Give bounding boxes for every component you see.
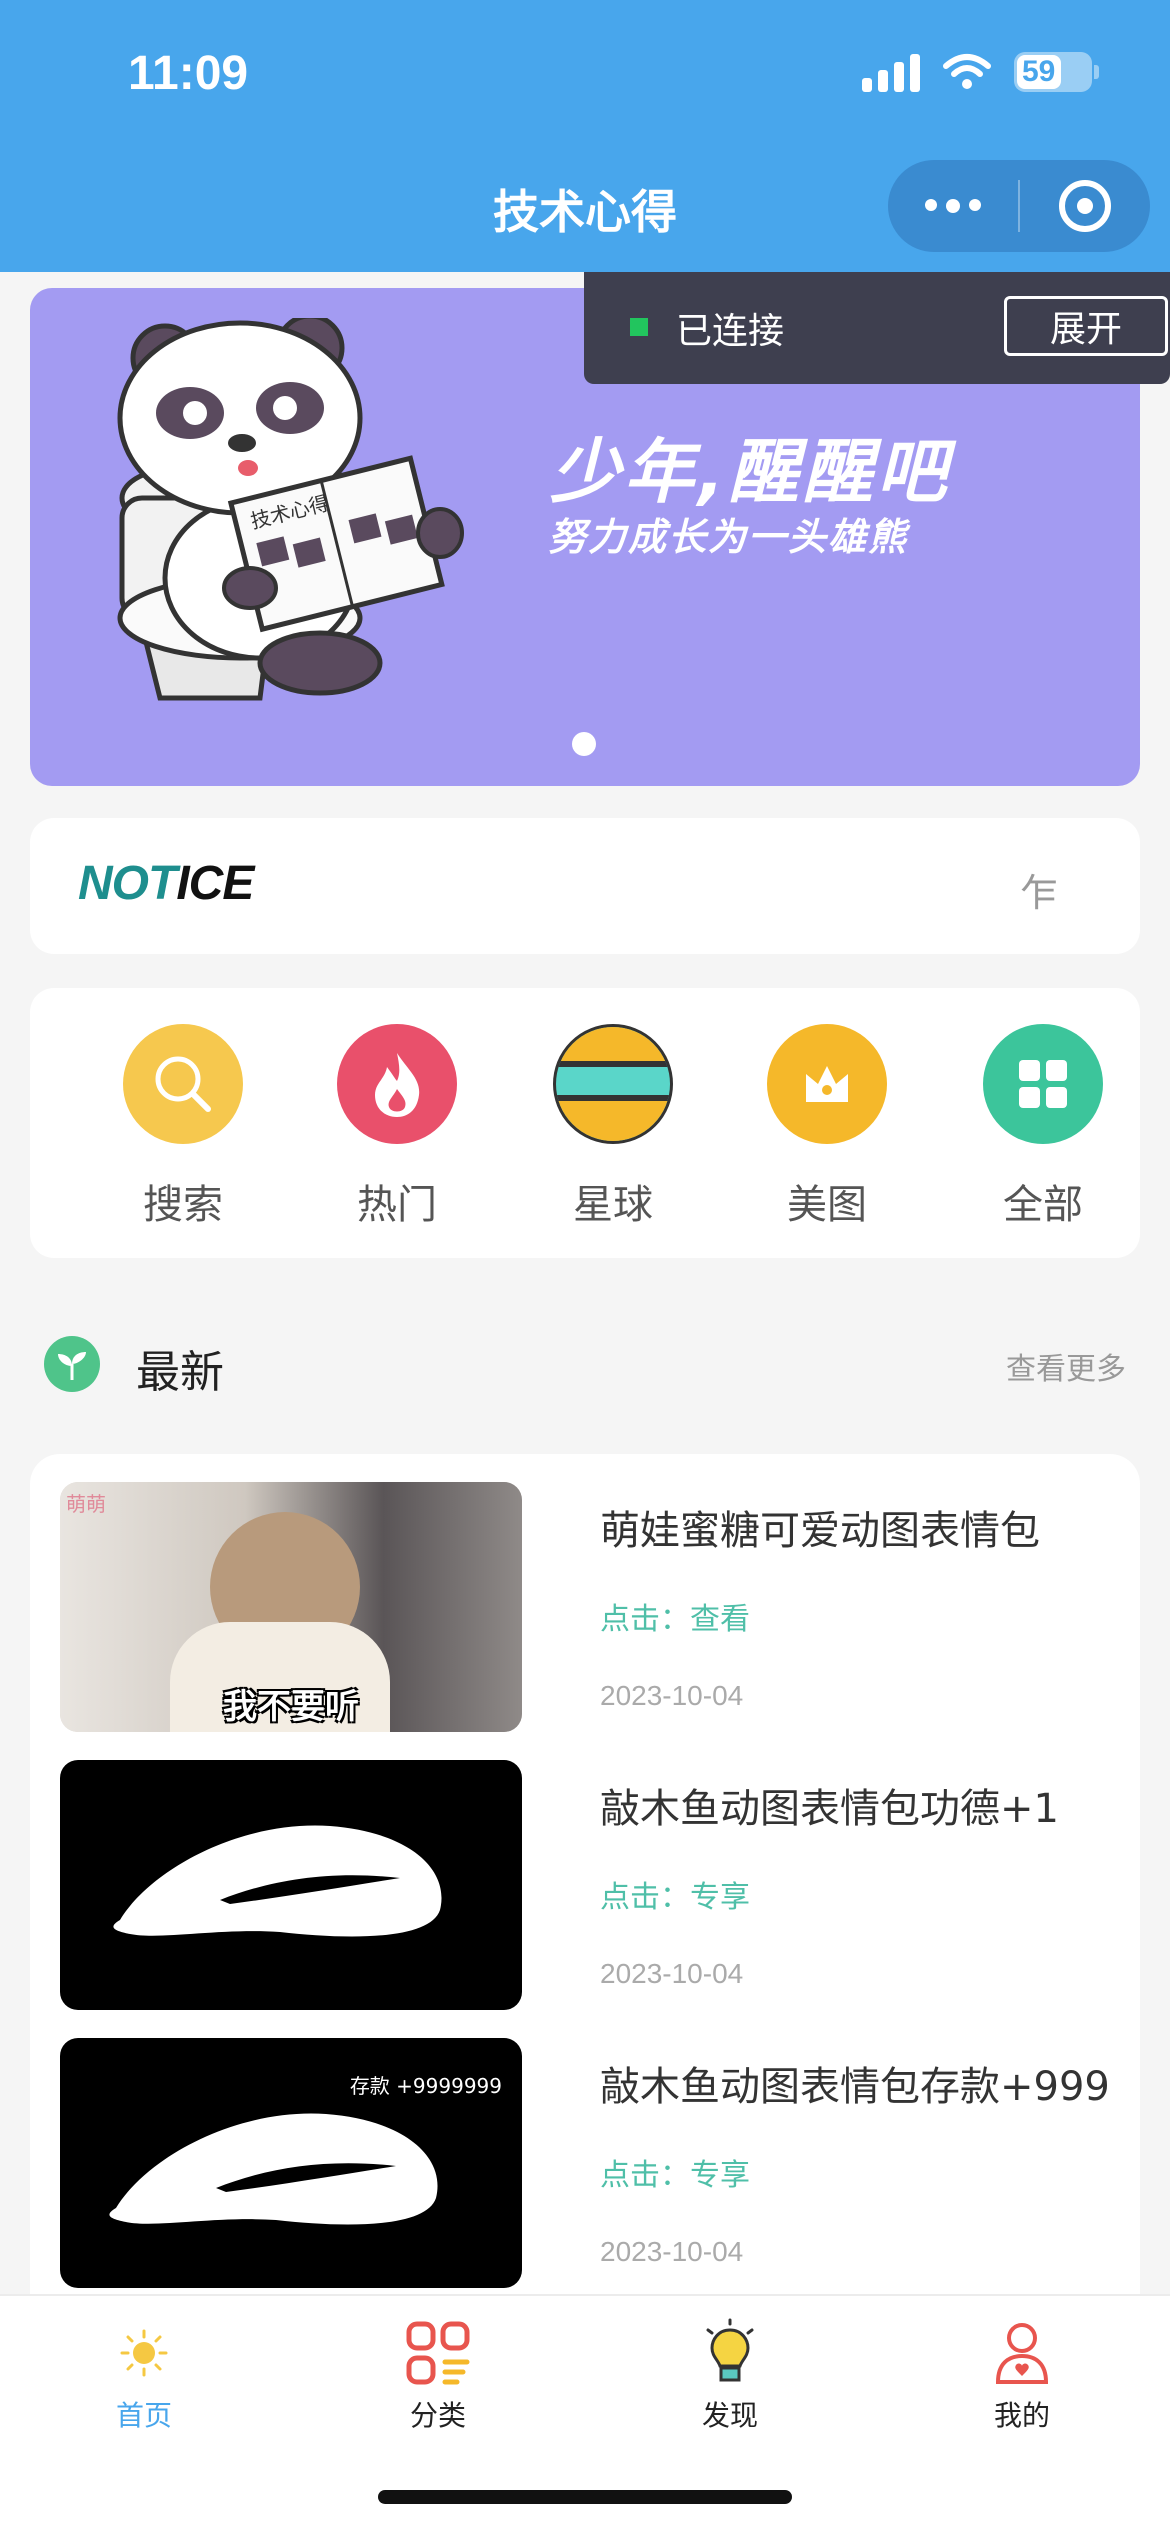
tab-discover[interactable]: 发现 <box>630 2316 830 2434</box>
article-date: 2023-10-04 <box>600 2236 744 2267</box>
more-menu-button[interactable] <box>888 199 1018 213</box>
category-label: 星球 <box>573 1182 653 1228</box>
banner-headline: 少年,醒醒吧 <box>550 431 951 513</box>
article-item[interactable]: 萌萌 我不要听 萌娃蜜糖可爱动图表情包 点击：查看 2023-10-04 <box>60 1482 1120 1732</box>
article-tag: 点击：查看 <box>600 1602 750 1637</box>
tab-category[interactable]: 分类 <box>338 2316 538 2434</box>
app-header: 11:09 59 技术心得 <box>0 0 1170 272</box>
tab-mine[interactable]: 我的 <box>922 2316 1122 2434</box>
view-more-link[interactable]: 查看更多 <box>1006 1344 1126 1388</box>
category-search[interactable]: 搜索 <box>108 1024 258 1230</box>
wifi-icon <box>943 54 991 89</box>
tab-label: 我的 <box>993 2399 1050 2432</box>
sprout-icon <box>44 1336 100 1392</box>
user-icon <box>922 2316 1122 2390</box>
thumbnail-watermark: 萌萌 <box>66 1492 106 1516</box>
article-list: 萌萌 我不要听 萌娃蜜糖可爱动图表情包 点击：查看 2023-10-04 敲木鱼… <box>30 1454 1140 2304</box>
article-tag: 点击：专享 <box>600 2158 750 2193</box>
section-title: 最新 <box>136 1347 224 1398</box>
home-indicator <box>378 2490 792 2504</box>
tab-label: 分类 <box>409 2399 466 2432</box>
article-title: 敲木鱼动图表情包存款+999 <box>600 2064 1110 2110</box>
article-date: 2023-10-04 <box>600 1680 744 1711</box>
battery-icon: 59 <box>1014 52 1099 92</box>
category-label: 全部 <box>1003 1182 1083 1228</box>
sun-icon <box>44 2316 244 2390</box>
category-all[interactable]: 全部 <box>968 1024 1118 1230</box>
article-thumbnail: 存款 +9999999 <box>60 2038 522 2288</box>
notice-bar[interactable]: NOTICE 乍 <box>30 818 1140 954</box>
category-icon <box>338 2316 538 2390</box>
article-item[interactable]: 存款 +9999999 敲木鱼动图表情包存款+999 点击：专享 2023-10… <box>60 2038 1120 2288</box>
tab-label: 发现 <box>701 2399 758 2432</box>
fire-icon <box>337 1024 457 1144</box>
target-icon <box>1059 180 1111 232</box>
battery-level: 59 <box>1022 55 1056 88</box>
article-thumbnail: 萌萌 我不要听 <box>60 1482 522 1732</box>
banner-subheadline: 努力成长为一头雄熊 <box>548 515 909 559</box>
expand-button[interactable]: 展开 <box>1004 296 1168 356</box>
article-title: 敲木鱼动图表情包功德+1 <box>600 1786 1059 1832</box>
thumbnail-caption: 我不要听 <box>223 1687 359 1727</box>
status-time: 11:09 <box>128 47 249 100</box>
search-icon <box>123 1024 243 1144</box>
miniprogram-capsule <box>888 160 1150 252</box>
panda-illustration: 技术心得 <box>117 318 464 701</box>
article-date: 2023-10-04 <box>600 1958 744 1989</box>
close-miniprogram-button[interactable] <box>1020 180 1150 232</box>
planet-icon <box>553 1024 673 1144</box>
cellular-signal-icon <box>862 52 920 92</box>
category-planet[interactable]: 星球 <box>538 1024 688 1230</box>
status-icons: 59 <box>862 52 1099 92</box>
tab-label: 首页 <box>115 2399 172 2432</box>
notice-scroll-text: 乍 <box>1020 871 1059 915</box>
connected-status-icon <box>630 318 648 336</box>
connection-status: 已连接 <box>676 311 785 352</box>
notice-logo: NOTICE <box>78 857 254 910</box>
article-title: 萌娃蜜糖可爱动图表情包 <box>600 1508 1040 1554</box>
carousel-indicator <box>572 732 596 756</box>
category-grid: 搜索 热门 星球 美图 全部 <box>30 988 1140 1258</box>
category-beauty[interactable]: 美图 <box>752 1024 902 1230</box>
article-tag: 点击：专享 <box>600 1880 750 1915</box>
category-label: 美图 <box>787 1182 867 1228</box>
tab-home[interactable]: 首页 <box>44 2316 244 2434</box>
category-hot[interactable]: 热门 <box>322 1024 472 1230</box>
article-thumbnail <box>60 1760 522 2010</box>
article-item[interactable]: 敲木鱼动图表情包功德+1 点击：专享 2023-10-04 <box>60 1760 1120 2010</box>
category-label: 搜索 <box>143 1182 223 1228</box>
debug-connection-panel: 已连接 展开 <box>584 272 1170 384</box>
category-label: 热门 <box>357 1182 437 1228</box>
bulb-icon <box>630 2316 830 2390</box>
crown-icon <box>767 1024 887 1144</box>
grid-icon <box>983 1024 1103 1144</box>
